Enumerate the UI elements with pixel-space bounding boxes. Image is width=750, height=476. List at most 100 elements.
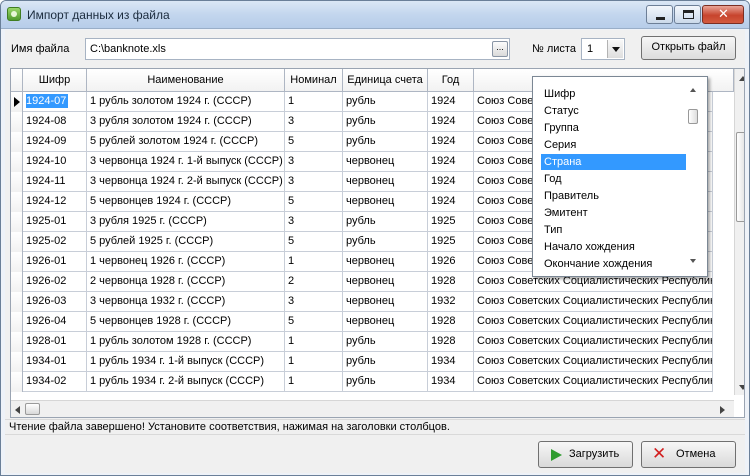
popup-scroll-down-icon[interactable]: [690, 259, 696, 263]
cell-code[interactable]: 1924-09: [23, 132, 87, 152]
cell-year[interactable]: 1928: [428, 272, 474, 292]
cell-nominal[interactable]: 5: [285, 132, 343, 152]
file-path-input[interactable]: C:\banknote.xls ...: [85, 38, 510, 60]
cell-code[interactable]: 1924-10: [23, 152, 87, 172]
chevron-down-icon[interactable]: [607, 40, 623, 58]
cell-name[interactable]: 1 рубль 1934 г. 2-й выпуск (СССР): [87, 372, 285, 392]
popup-item-year[interactable]: Год: [541, 171, 686, 187]
cell-unit[interactable]: червонец: [343, 272, 428, 292]
popup-item-status[interactable]: Статус: [541, 103, 686, 119]
cell-name[interactable]: 2 червонца 1928 г. (СССР): [87, 272, 285, 292]
scroll-right-icon[interactable]: [720, 406, 725, 414]
cell-year[interactable]: 1926: [428, 252, 474, 272]
cell-nominal[interactable]: 1: [285, 352, 343, 372]
table-row[interactable]: 1926-04 5 червонцев 1928 г. (СССР) 5 чер…: [11, 312, 744, 332]
table-row[interactable]: 1928-01 1 рубль золотом 1928 г. (СССР) 1…: [11, 332, 744, 352]
popup-item-series[interactable]: Серия: [541, 137, 686, 153]
cell-country[interactable]: Союз Советских Социалистических Республи…: [474, 352, 713, 372]
cell-year[interactable]: 1924: [428, 92, 474, 112]
cell-code[interactable]: 1925-02: [23, 232, 87, 252]
vertical-scroll-thumb[interactable]: [736, 132, 744, 222]
row-selector[interactable]: [11, 152, 23, 172]
popup-item-issuer[interactable]: Эмитент: [541, 205, 686, 221]
cell-year[interactable]: 1928: [428, 332, 474, 352]
table-row[interactable]: 1926-03 3 червонца 1932 г. (СССР) 3 черв…: [11, 292, 744, 312]
cell-unit[interactable]: рубль: [343, 132, 428, 152]
cell-code[interactable]: 1926-03: [23, 292, 87, 312]
load-button[interactable]: Загрузить: [538, 441, 633, 468]
row-selector[interactable]: [11, 212, 23, 232]
popup-scroll-up-icon[interactable]: [690, 88, 696, 92]
popup-scroll-thumb[interactable]: [688, 109, 698, 124]
cell-unit[interactable]: рубль: [343, 332, 428, 352]
column-header-code[interactable]: Шифр: [23, 69, 87, 92]
cell-year[interactable]: 1934: [428, 372, 474, 392]
cell-code[interactable]: 1934-02: [23, 372, 87, 392]
cell-year[interactable]: 1925: [428, 212, 474, 232]
cell-year[interactable]: 1924: [428, 112, 474, 132]
cell-name[interactable]: 1 червонец 1926 г. (СССР): [87, 252, 285, 272]
popup-item-type[interactable]: Тип: [541, 222, 686, 238]
row-selector[interactable]: [11, 332, 23, 352]
cell-code[interactable]: 1926-02: [23, 272, 87, 292]
row-selector[interactable]: [11, 172, 23, 192]
cell-nominal[interactable]: 1: [285, 372, 343, 392]
cell-nominal[interactable]: 5: [285, 312, 343, 332]
cell-unit[interactable]: червонец: [343, 172, 428, 192]
cell-code[interactable]: 1924-12: [23, 192, 87, 212]
browse-file-button[interactable]: ...: [492, 41, 508, 57]
cell-unit[interactable]: рубль: [343, 212, 428, 232]
row-selector[interactable]: [11, 112, 23, 132]
column-header-year[interactable]: Год: [428, 69, 474, 92]
cell-unit[interactable]: червонец: [343, 192, 428, 212]
cell-nominal[interactable]: 3: [285, 152, 343, 172]
cell-nominal[interactable]: 1: [285, 332, 343, 352]
cell-unit[interactable]: рубль: [343, 232, 428, 252]
row-selector[interactable]: [11, 252, 23, 272]
scroll-up-icon[interactable]: [739, 76, 744, 81]
minimize-button[interactable]: [646, 5, 673, 24]
cell-code[interactable]: 1934-01: [23, 352, 87, 372]
row-selector[interactable]: [11, 192, 23, 212]
cell-name[interactable]: 3 червонца 1932 г. (СССР): [87, 292, 285, 312]
scroll-left-icon[interactable]: [15, 406, 20, 414]
cell-code[interactable]: 1924-11: [23, 172, 87, 192]
cell-year[interactable]: 1924: [428, 192, 474, 212]
cell-country[interactable]: Союз Советских Социалистических Республи…: [474, 312, 713, 332]
cell-code[interactable]: 1928-01: [23, 332, 87, 352]
cell-year[interactable]: 1932: [428, 292, 474, 312]
popup-scrollbar[interactable]: [687, 83, 699, 268]
table-row[interactable]: 1934-01 1 рубль 1934 г. 1-й выпуск (СССР…: [11, 352, 744, 372]
cell-nominal[interactable]: 2: [285, 272, 343, 292]
cell-year[interactable]: 1924: [428, 152, 474, 172]
column-header-name[interactable]: Наименование: [87, 69, 285, 92]
cell-nominal[interactable]: 1: [285, 252, 343, 272]
row-selector[interactable]: [11, 292, 23, 312]
cell-country[interactable]: Союз Советских Социалистических Республи…: [474, 332, 713, 352]
row-selector[interactable]: [11, 232, 23, 252]
cell-name[interactable]: 3 червонца 1924 г. 2-й выпуск (СССР): [87, 172, 285, 192]
popup-item-code[interactable]: Шифр: [541, 86, 686, 102]
cell-nominal[interactable]: 3: [285, 112, 343, 132]
cell-code[interactable]: 1924-08: [23, 112, 87, 132]
cell-country[interactable]: Союз Советских Социалистических Республи…: [474, 292, 713, 312]
cell-nominal[interactable]: 3: [285, 212, 343, 232]
cell-code[interactable]: 1926-04: [23, 312, 87, 332]
cell-name[interactable]: 5 рублей золотом 1924 г. (СССР): [87, 132, 285, 152]
cell-unit[interactable]: червонец: [343, 252, 428, 272]
cancel-button[interactable]: ✕ Отмена: [641, 441, 736, 468]
cell-unit[interactable]: червонец: [343, 152, 428, 172]
cell-name[interactable]: 1 рубль золотом 1928 г. (СССР): [87, 332, 285, 352]
column-header-nominal[interactable]: Номинал: [285, 69, 343, 92]
horizontal-scroll-thumb[interactable]: [25, 403, 40, 415]
cell-nominal[interactable]: 5: [285, 192, 343, 212]
cell-unit[interactable]: рубль: [343, 112, 428, 132]
row-selector[interactable]: [11, 352, 23, 372]
cell-nominal[interactable]: 1: [285, 92, 343, 112]
cell-unit[interactable]: червонец: [343, 312, 428, 332]
cell-nominal[interactable]: 5: [285, 232, 343, 252]
cell-year[interactable]: 1924: [428, 132, 474, 152]
popup-item-circulation-start[interactable]: Начало хождения: [541, 239, 686, 255]
scroll-down-icon[interactable]: [739, 385, 744, 390]
cell-code[interactable]: 1924-07: [23, 92, 87, 112]
